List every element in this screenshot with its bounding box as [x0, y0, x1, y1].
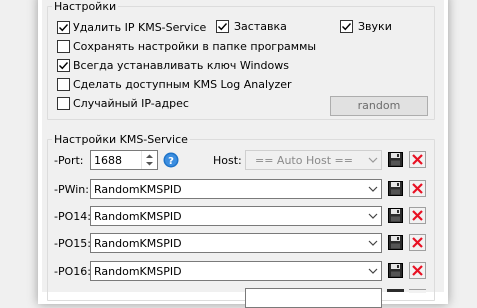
po14-delete-button[interactable] — [409, 207, 426, 224]
red-x-delete-icon — [409, 180, 426, 197]
next-row-combobox[interactable] — [245, 288, 382, 308]
kms-legend: Настройки KMS-Service — [52, 133, 190, 146]
po16-save-button[interactable] — [387, 262, 404, 279]
settings-legend: Настройки — [52, 0, 119, 13]
svg-text:?: ? — [168, 156, 174, 167]
spin-arrows-icon[interactable] — [141, 151, 157, 169]
host-combobox[interactable]: == Auto Host == — [245, 150, 382, 170]
checkbox-splash-label: Заставка — [234, 20, 287, 33]
checkbox-sounds-label: Звуки — [358, 20, 392, 33]
po15-delete-button[interactable] — [409, 234, 426, 251]
pwin-save-button[interactable] — [387, 180, 404, 197]
chevron-down-icon — [365, 151, 381, 169]
random-button[interactable]: random — [330, 96, 428, 116]
checkbox-random-ip-label: Случайный IP-адрес — [73, 97, 189, 110]
checkbox-save-settings[interactable] — [57, 40, 70, 53]
checkmark-icon — [59, 24, 69, 32]
po15-combobox[interactable]: RandomKMSPID — [90, 233, 382, 253]
pwin-delete-button[interactable] — [409, 180, 426, 197]
po14-save-button[interactable] — [387, 207, 404, 224]
red-x-delete-icon — [409, 207, 426, 224]
chevron-down-icon — [365, 207, 381, 225]
host-delete-button[interactable] — [409, 151, 426, 168]
pwin-combobox[interactable]: RandomKMSPID — [90, 179, 382, 199]
port-spinbox[interactable]: 1688 — [90, 150, 158, 170]
checkbox-sounds[interactable] — [340, 20, 353, 33]
chevron-down-icon — [365, 234, 381, 252]
host-save-button[interactable] — [387, 151, 404, 168]
po16-combobox[interactable]: RandomKMSPID — [90, 261, 382, 281]
port-label: -Port: — [54, 154, 84, 167]
host-value: == Auto Host == — [255, 154, 353, 167]
checkbox-log-analyzer-label: Сделать доступным KMS Log Analyzer — [73, 78, 292, 91]
pwin-label: -PWin: — [54, 183, 89, 196]
floppy-save-icon — [388, 235, 403, 250]
checkbox-always-install-key-label: Всегда устанавливать ключ Windows — [73, 59, 289, 72]
floppy-save-icon — [388, 181, 403, 196]
host-label: Host: — [213, 154, 242, 167]
red-x-delete-icon — [409, 262, 426, 279]
floppy-save-icon — [388, 152, 403, 167]
checkmark-icon — [59, 62, 69, 70]
chevron-down-icon — [365, 180, 381, 198]
checkmark-icon — [342, 23, 352, 31]
checkbox-delete-ip[interactable] — [57, 21, 70, 34]
floppy-save-icon — [388, 208, 403, 223]
pwin-value: RandomKMSPID — [94, 183, 182, 196]
po15-save-button[interactable] — [387, 234, 404, 251]
po14-label: -PO14: — [54, 210, 91, 223]
checkbox-random-ip[interactable] — [57, 97, 70, 110]
checkbox-log-analyzer[interactable] — [57, 78, 70, 91]
po16-label: -PO16: — [54, 265, 91, 278]
checkbox-always-install-key[interactable] — [57, 59, 70, 72]
red-x-delete-icon — [409, 234, 426, 251]
floppy-save-icon — [388, 263, 403, 278]
chevron-down-icon — [365, 262, 381, 280]
po15-value: RandomKMSPID — [94, 237, 182, 250]
help-icon[interactable]: ? — [163, 152, 179, 168]
po15-label: -PO15: — [54, 237, 91, 250]
checkmark-icon — [218, 23, 228, 31]
po16-delete-button[interactable] — [409, 262, 426, 279]
next-row-delete-button[interactable] — [409, 289, 426, 293]
checkbox-splash[interactable] — [216, 20, 229, 33]
po14-value: RandomKMSPID — [94, 210, 182, 223]
port-value: 1688 — [94, 154, 122, 167]
checkbox-save-settings-label: Сохранять настройки в папке программы — [73, 40, 317, 53]
po14-combobox[interactable]: RandomKMSPID — [90, 206, 382, 226]
po16-value: RandomKMSPID — [94, 265, 182, 278]
red-x-delete-icon — [409, 151, 426, 168]
checkbox-delete-ip-label: Удалить IP KMS-Service — [73, 21, 207, 34]
